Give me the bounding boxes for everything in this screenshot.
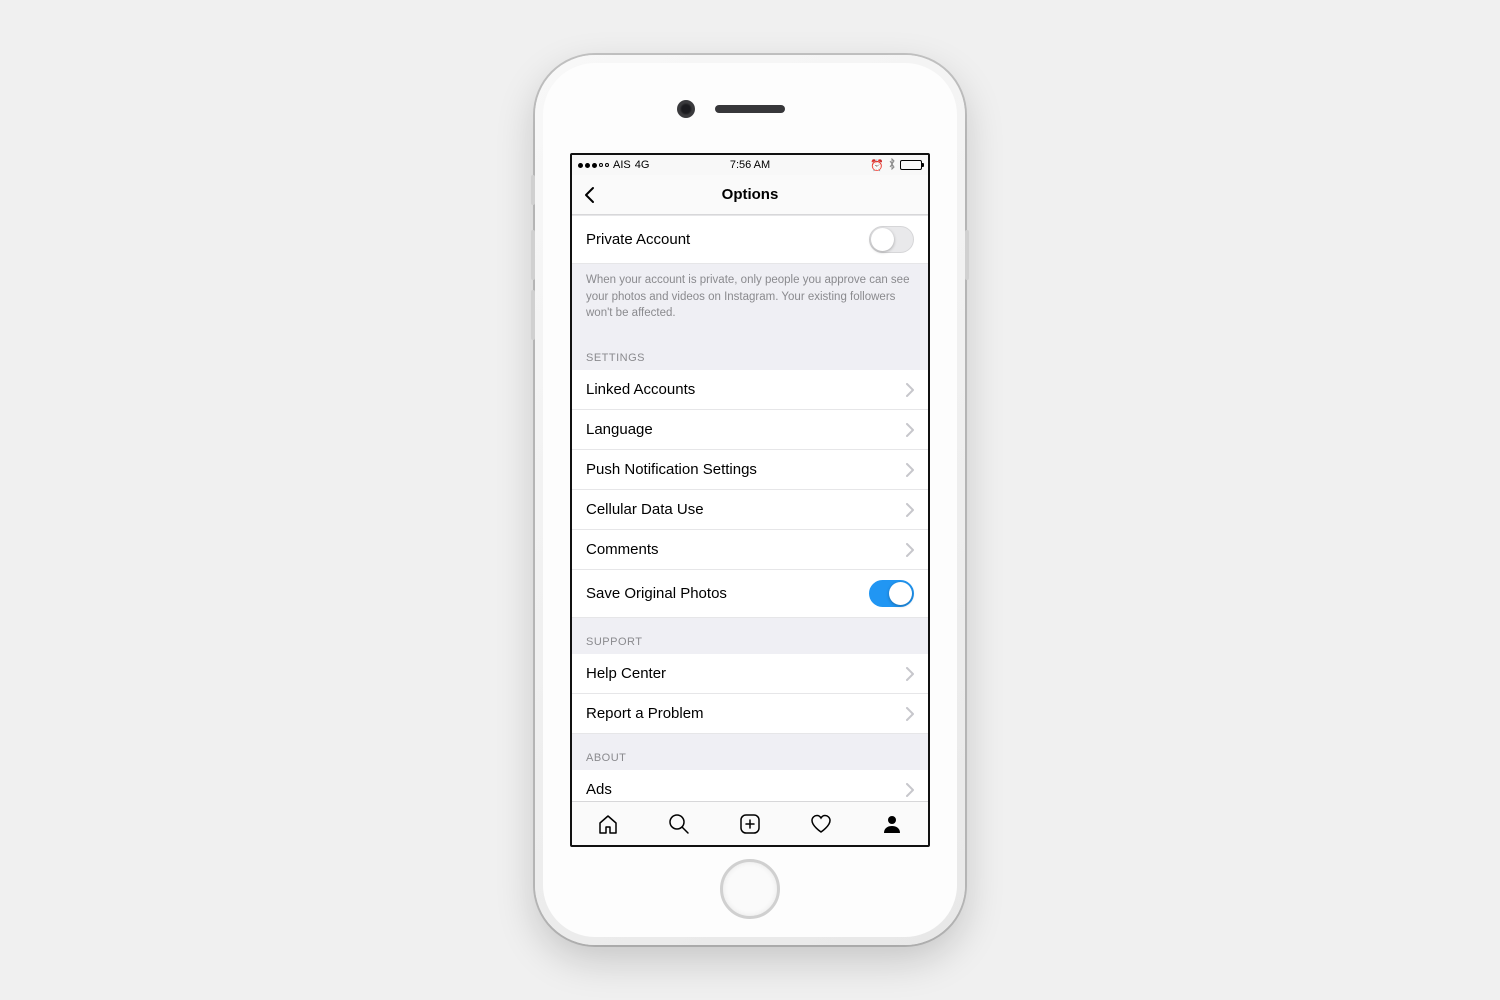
chevron-right-icon	[906, 543, 914, 557]
linked-accounts-row[interactable]: Linked Accounts	[572, 370, 928, 410]
page-title: Options	[722, 186, 779, 203]
home-button[interactable]	[720, 859, 780, 919]
row-label: Push Notification Settings	[586, 461, 757, 478]
section-header-about: ABOUT	[572, 734, 928, 770]
alarm-icon: ⏰	[870, 159, 884, 172]
chevron-right-icon	[906, 783, 914, 797]
row-label: Report a Problem	[586, 705, 704, 722]
home-icon	[596, 812, 620, 836]
chevron-right-icon	[906, 667, 914, 681]
carrier-label: AIS	[613, 159, 631, 171]
signal-strength-icon	[578, 163, 609, 168]
private-account-description: When your account is private, only peopl…	[572, 264, 928, 334]
status-bar: AIS 4G 7:56 AM ⏰	[572, 155, 928, 175]
tab-profile[interactable]	[879, 811, 905, 837]
bluetooth-icon	[888, 158, 896, 173]
settings-content[interactable]: Private Account When your account is pri…	[572, 215, 928, 801]
comments-row[interactable]: Comments	[572, 530, 928, 570]
heart-icon	[809, 812, 833, 836]
nav-bar: Options	[572, 175, 928, 215]
chevron-right-icon	[906, 707, 914, 721]
network-label: 4G	[635, 159, 650, 171]
chevron-right-icon	[906, 503, 914, 517]
volume-up-button	[531, 230, 535, 280]
row-label: Help Center	[586, 665, 666, 682]
profile-icon	[880, 812, 904, 836]
save-original-photos-toggle[interactable]	[869, 580, 914, 607]
tab-bar	[572, 801, 928, 845]
row-label: Language	[586, 421, 653, 438]
status-time: 7:56 AM	[730, 159, 770, 171]
row-label: Save Original Photos	[586, 585, 727, 602]
private-account-row[interactable]: Private Account	[572, 215, 928, 264]
power-button	[965, 230, 969, 280]
mute-switch	[531, 175, 535, 205]
private-account-toggle[interactable]	[869, 226, 914, 253]
row-label: Comments	[586, 541, 659, 558]
language-row[interactable]: Language	[572, 410, 928, 450]
tab-search[interactable]	[666, 811, 692, 837]
help-center-row[interactable]: Help Center	[572, 654, 928, 694]
chevron-right-icon	[906, 383, 914, 397]
search-icon	[667, 812, 691, 836]
section-header-settings: SETTINGS	[572, 334, 928, 370]
row-label: Linked Accounts	[586, 381, 695, 398]
save-original-photos-row[interactable]: Save Original Photos	[572, 570, 928, 618]
row-label: Ads	[586, 781, 612, 798]
report-a-problem-row[interactable]: Report a Problem	[572, 694, 928, 734]
tab-home[interactable]	[595, 811, 621, 837]
chevron-right-icon	[906, 423, 914, 437]
earpiece-speaker	[715, 105, 785, 113]
private-account-label: Private Account	[586, 231, 690, 248]
section-header-support: SUPPORT	[572, 618, 928, 654]
push-notification-settings-row[interactable]: Push Notification Settings	[572, 450, 928, 490]
cellular-data-use-row[interactable]: Cellular Data Use	[572, 490, 928, 530]
front-camera	[680, 103, 692, 115]
row-label: Cellular Data Use	[586, 501, 704, 518]
tab-add[interactable]	[737, 811, 763, 837]
ads-row[interactable]: Ads	[572, 770, 928, 801]
tab-activity[interactable]	[808, 811, 834, 837]
back-button[interactable]	[580, 185, 600, 205]
battery-icon	[900, 160, 922, 170]
volume-down-button	[531, 290, 535, 340]
screen: AIS 4G 7:56 AM ⏰ Options	[570, 153, 930, 847]
chevron-right-icon	[906, 463, 914, 477]
add-post-icon	[738, 812, 762, 836]
phone-frame: AIS 4G 7:56 AM ⏰ Options	[535, 55, 965, 945]
